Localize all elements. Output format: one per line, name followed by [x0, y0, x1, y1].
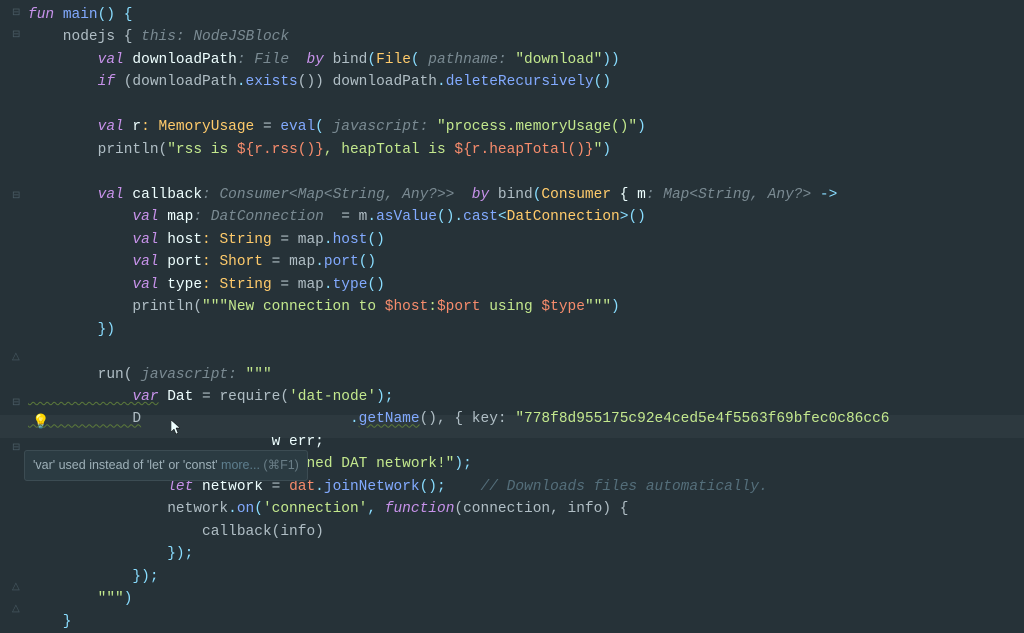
fold-marker[interactable]: △ [12, 602, 20, 618]
fold-marker[interactable]: △ [12, 580, 20, 596]
code-editor[interactable]: fun main() { nodejs { this: NodeJSBlock … [28, 4, 889, 633]
fold-marker[interactable]: ⊟ [12, 396, 20, 412]
tooltip-shortcut: (⌘F1) [263, 458, 298, 472]
tooltip-more-link[interactable]: more... [221, 458, 263, 472]
fold-marker[interactable]: ⊟ [12, 28, 20, 44]
fold-marker[interactable]: △ [12, 350, 20, 366]
inspection-tooltip: 'var' used instead of 'let' or 'const' m… [24, 450, 308, 481]
tooltip-message: 'var' used instead of 'let' or 'const' [33, 458, 221, 472]
fold-marker[interactable]: ⊟ [12, 441, 20, 457]
gutter: ⊟ ⊟ ⊟ △ ⊟ ⊟ △ △ [0, 0, 28, 632]
fold-marker[interactable]: ⊟ [12, 189, 20, 205]
fold-marker[interactable]: ⊟ [12, 6, 20, 22]
